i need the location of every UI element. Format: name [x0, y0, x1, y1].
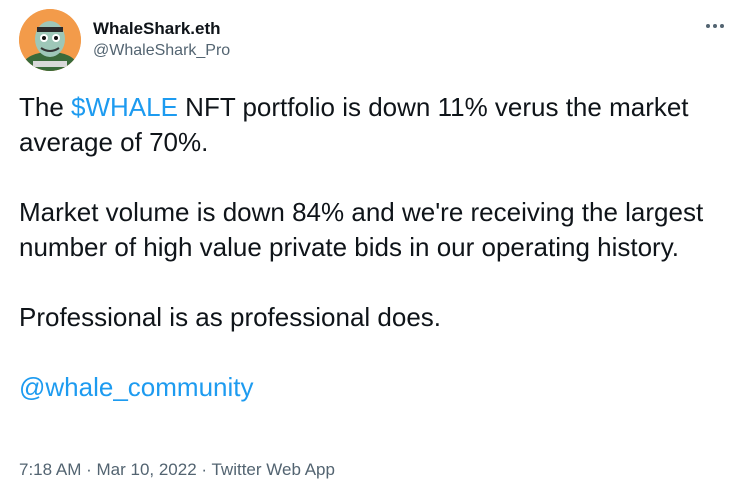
- avatar-illustration: [19, 9, 81, 71]
- author-names: WhaleShark.eth @WhaleShark_Pro: [93, 18, 230, 62]
- tweet-paragraph-1: The $WHALE NFT portfolio is down 11% ver…: [19, 90, 719, 160]
- tweet-time[interactable]: 7:18 AM: [19, 460, 81, 479]
- tweet-paragraph-3: Professional is as professional does.: [19, 302, 442, 332]
- more-horizontal-icon: [706, 24, 724, 28]
- author-handle[interactable]: @WhaleShark_Pro: [93, 40, 230, 62]
- cashtag-link[interactable]: $WHALE: [71, 92, 178, 122]
- tweet-text: The $WHALE NFT portfolio is down 11% ver…: [19, 90, 719, 405]
- avatar[interactable]: [19, 9, 81, 71]
- tweet-date[interactable]: Mar 10, 2022: [96, 460, 196, 479]
- mention-link[interactable]: @whale_community: [19, 372, 253, 402]
- tweet-text-segment: The: [19, 92, 72, 122]
- tweet-source[interactable]: Twitter Web App: [211, 460, 334, 479]
- author-display-name[interactable]: WhaleShark.eth: [93, 18, 230, 40]
- meta-separator: ·: [81, 460, 97, 479]
- tweet-meta: 7:18 AM · Mar 10, 2022 · Twitter Web App: [19, 459, 335, 481]
- tweet-paragraph-4: @whale_community: [19, 370, 719, 405]
- tweet-card: WhaleShark.eth @WhaleShark_Pro The $WHAL…: [0, 0, 745, 490]
- tweet-header: WhaleShark.eth @WhaleShark_Pro: [19, 9, 230, 71]
- tweet-paragraph-2: Market volume is down 84% and we're rece…: [19, 197, 704, 262]
- more-options-button[interactable]: [703, 14, 727, 38]
- meta-separator: ·: [196, 460, 212, 479]
